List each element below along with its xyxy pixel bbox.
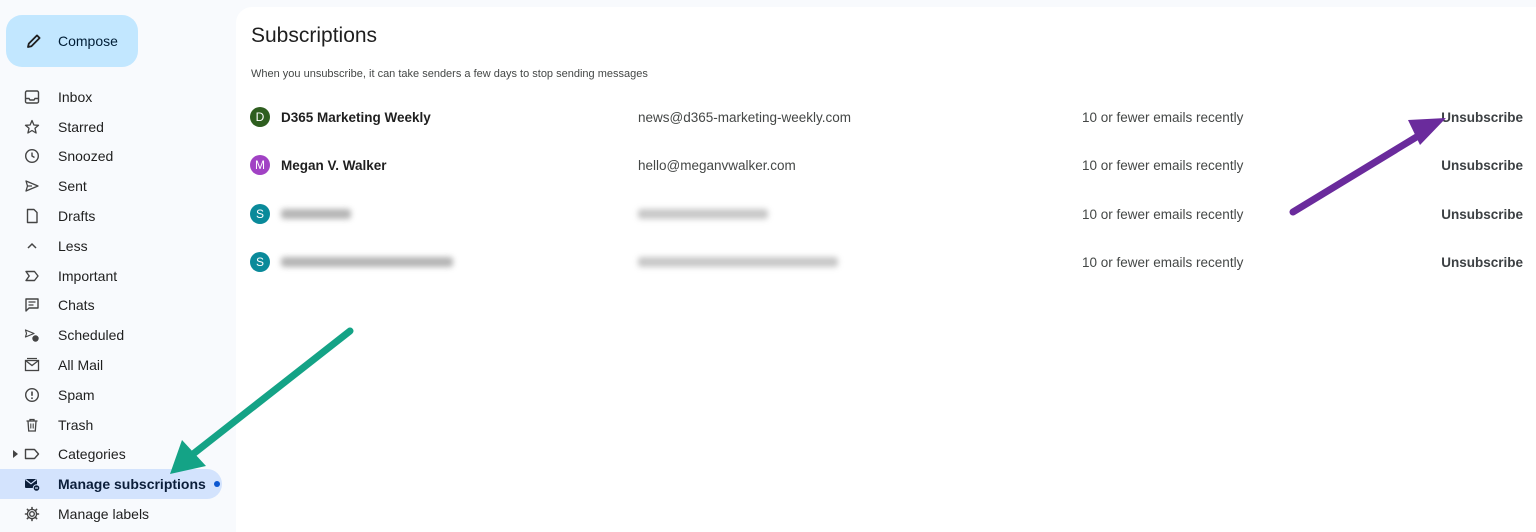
send-icon (24, 178, 40, 194)
sidebar-item-categories[interactable]: Categories (0, 440, 222, 470)
sidebar-item-less[interactable]: Less (0, 231, 222, 261)
star-icon (24, 119, 40, 135)
unread-dot (213, 481, 220, 488)
schedule-send-icon (24, 327, 40, 343)
email-frequency: 10 or fewer emails recently (1082, 157, 1244, 173)
unsubscribe-button[interactable]: Unsubscribe (1441, 207, 1523, 222)
sidebar-item-label: Spam (58, 386, 95, 403)
subscriptions-panel: Subscriptions When you unsubscribe, it c… (236, 7, 1536, 532)
sidebar-item-important[interactable]: Important (0, 261, 222, 291)
sidebar-item-starred[interactable]: Starred (0, 112, 222, 142)
sender-name-redacted (281, 257, 453, 267)
unsubscribe-button[interactable]: Unsubscribe (1441, 255, 1523, 270)
sidebar-item-label: Trash (58, 416, 94, 433)
inbox-icon (24, 89, 40, 105)
sidebar-item-spam[interactable]: Spam (0, 380, 222, 410)
sidebar-item-manage-labels[interactable]: Manage labels (0, 499, 222, 529)
sidebar-item-label: Scheduled (58, 327, 125, 344)
subscription-row[interactable]: S 10 or fewer emails recently Unsubscrib… (250, 247, 1523, 277)
sidebar-item-label: Inbox (58, 88, 93, 105)
sidebar-item-sent[interactable]: Sent (0, 171, 222, 201)
subscription-row[interactable]: M Megan V. Walker hello@meganvwalker.com… (250, 150, 1523, 180)
subscription-row[interactable]: S 10 or fewer emails recently Unsubscrib… (250, 199, 1523, 229)
sidebar-item-chats[interactable]: Chats (0, 291, 222, 321)
compose-label: Compose (58, 33, 118, 49)
compose-button[interactable]: Compose (6, 15, 138, 67)
sender-email: news@d365-marketing-weekly.com (638, 109, 852, 125)
sender-email-redacted (638, 257, 838, 267)
expand-caret-icon[interactable] (13, 449, 18, 458)
page-subtitle: When you unsubscribe, it can take sender… (251, 68, 648, 80)
subscriptions-icon (24, 476, 40, 493)
label-icon (24, 446, 40, 462)
chevron-up-icon (24, 238, 40, 254)
clock-icon (24, 148, 40, 164)
sidebar-item-label: Manage subscriptions (58, 476, 206, 493)
pencil-icon (24, 31, 44, 51)
trash-icon (24, 417, 40, 433)
sender-name: Megan V. Walker (281, 157, 387, 173)
sidebar-item-trash[interactable]: Trash (0, 410, 222, 440)
avatar: M (250, 155, 270, 175)
important-icon (24, 268, 40, 284)
sidebar-item-label: All Mail (58, 357, 104, 374)
sidebar-nav: Inbox Starred Snoozed Sent Drafts Less I… (0, 82, 236, 529)
spam-icon (24, 387, 40, 403)
all-mail-icon (24, 357, 40, 373)
sidebar-item-label: Starred (58, 118, 104, 135)
sidebar-item-label: Categories (58, 446, 126, 463)
sidebar-item-label: Important (58, 267, 118, 284)
sidebar-item-label: Manage labels (58, 506, 150, 523)
email-frequency: 10 or fewer emails recently (1082, 254, 1244, 270)
chat-icon (24, 297, 40, 313)
sender-name-redacted (281, 209, 351, 219)
sidebar-item-snoozed[interactable]: Snoozed (0, 142, 222, 172)
avatar: D (250, 107, 270, 127)
avatar: S (250, 252, 270, 272)
sidebar-item-label: Less (58, 237, 88, 254)
email-frequency: 10 or fewer emails recently (1082, 109, 1244, 125)
avatar: S (250, 204, 270, 224)
gear-icon (24, 506, 40, 522)
sender-email: hello@meganvwalker.com (638, 157, 796, 173)
sidebar-item-inbox[interactable]: Inbox (0, 82, 222, 112)
sidebar-item-label: Sent (58, 178, 87, 195)
page-title: Subscriptions (251, 24, 378, 47)
email-frequency: 10 or fewer emails recently (1082, 206, 1244, 222)
sidebar: Compose Inbox Starred Snoozed Sent Draft… (0, 0, 236, 532)
unsubscribe-button[interactable]: Unsubscribe (1441, 158, 1523, 173)
unsubscribe-button[interactable]: Unsubscribe (1441, 110, 1523, 125)
sidebar-item-drafts[interactable]: Drafts (0, 201, 222, 231)
subscription-row[interactable]: D D365 Marketing Weekly news@d365-market… (250, 102, 1523, 132)
sidebar-item-manage-subscriptions[interactable]: Manage subscriptions (0, 469, 222, 500)
sender-email-redacted (638, 209, 768, 219)
sidebar-item-label: Chats (58, 297, 95, 314)
sidebar-item-scheduled[interactable]: Scheduled (0, 320, 222, 350)
sender-name: D365 Marketing Weekly (281, 109, 431, 125)
sidebar-item-label: Snoozed (58, 148, 114, 165)
draft-icon (24, 208, 40, 224)
sidebar-item-all-mail[interactable]: All Mail (0, 350, 222, 380)
sidebar-item-label: Drafts (58, 208, 96, 225)
